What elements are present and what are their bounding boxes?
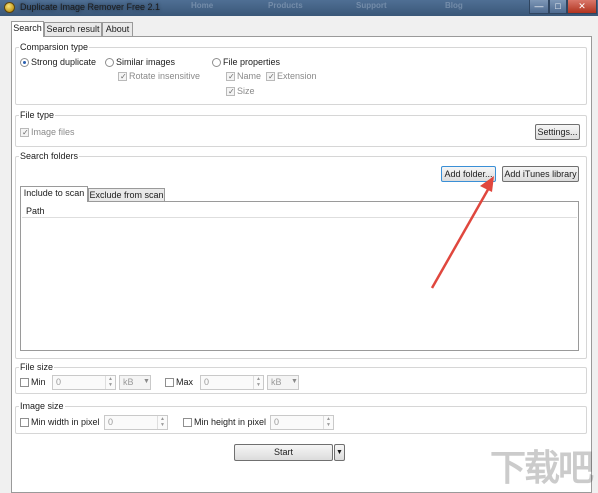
watermark-logo: 下载吧	[489, 448, 594, 489]
annotation-arrow	[430, 176, 494, 289]
